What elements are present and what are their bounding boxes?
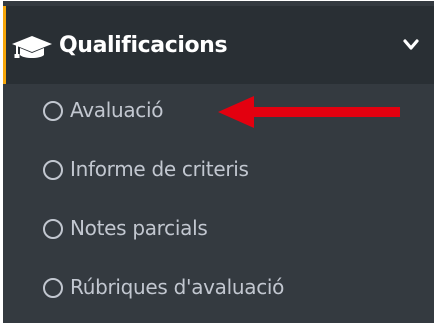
menu-title: Qualificacions <box>59 33 228 58</box>
sidebar-item-label: Avaluació <box>70 98 164 122</box>
sidebar-item-label: Rúbriques d'avaluació <box>70 275 285 299</box>
sidebar: Qualificacions Avaluació Informe de crit… <box>3 1 434 323</box>
menu-header-qualificacions[interactable]: Qualificacions <box>3 6 434 84</box>
circle-icon <box>43 160 63 180</box>
sidebar-item-notes-parcials[interactable]: Notes parcials <box>3 202 434 260</box>
red-arrow-icon <box>218 96 400 128</box>
circle-icon <box>43 278 63 298</box>
sidebar-item-label: Notes parcials <box>70 216 208 240</box>
sidebar-item-informe-de-criteris[interactable]: Informe de criteris <box>3 143 434 201</box>
circle-icon <box>43 101 63 121</box>
graduation-cap-icon <box>12 36 52 58</box>
sidebar-item-label: Informe de criteris <box>70 157 249 181</box>
sidebar-item-rubriques-davaluacio[interactable]: Rúbriques d'avaluació <box>3 261 434 319</box>
chevron-down-icon[interactable] <box>403 39 419 51</box>
circle-icon <box>43 219 63 239</box>
